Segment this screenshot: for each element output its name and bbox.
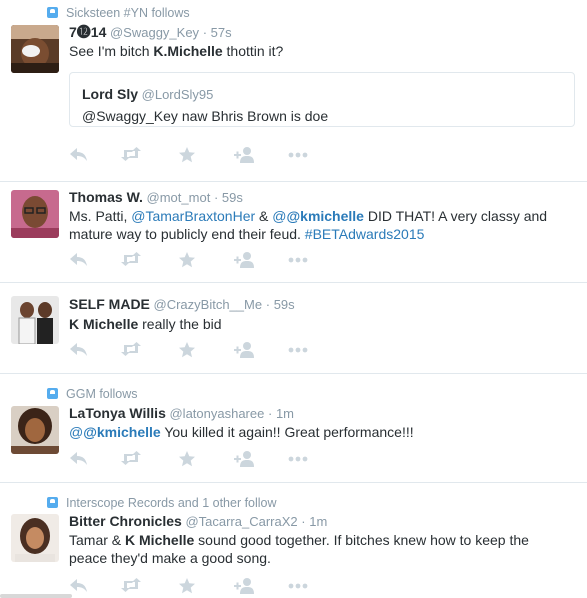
quoted-text: @Swaggy_Key naw Bhris Brown is doe: [82, 108, 329, 124]
follow-icon[interactable]: [233, 450, 255, 468]
tweet[interactable]: Sicksteen #YN follows 7⓬14 @Swaggy_Key ·…: [0, 0, 587, 182]
social-context: Interscope Records and 1 other follow: [47, 496, 277, 510]
tweet-header: Bitter Chronicles @Tacarra_CarraX2 · 1m: [69, 513, 327, 530]
retweet-icon[interactable]: [120, 450, 142, 468]
quoted-username: @LordSly95: [141, 87, 214, 102]
tweet-actions: [69, 577, 349, 595]
avatar[interactable]: [11, 296, 59, 344]
follow-icon[interactable]: [233, 341, 255, 359]
display-name[interactable]: Bitter Chronicles: [69, 513, 182, 529]
avatar[interactable]: [11, 25, 59, 73]
reply-icon[interactable]: [69, 577, 91, 595]
avatar[interactable]: [11, 406, 59, 454]
display-name[interactable]: 7⓬14: [69, 24, 106, 40]
tweet-actions: [69, 251, 349, 269]
display-name[interactable]: Thomas W.: [69, 189, 143, 205]
more-icon[interactable]: [288, 450, 310, 468]
timestamp[interactable]: 1m: [276, 406, 294, 421]
tweet-actions: [69, 450, 349, 468]
username[interactable]: @mot_mot: [147, 190, 211, 205]
timestamp[interactable]: 59s: [222, 190, 243, 205]
tweet-text: See I'm bitch K.Michelle thottin it?: [69, 43, 284, 59]
star-icon[interactable]: [178, 251, 200, 269]
separator: ·: [267, 406, 273, 421]
display-name[interactable]: SELF MADE: [69, 296, 150, 312]
star-icon[interactable]: [178, 450, 200, 468]
follow-icon[interactable]: [233, 146, 255, 164]
follow-icon[interactable]: [233, 577, 255, 595]
social-context: GGM follows: [47, 387, 138, 401]
tweet-actions: [69, 341, 349, 359]
retweet-icon[interactable]: [120, 251, 142, 269]
reply-icon[interactable]: [69, 341, 91, 359]
username[interactable]: @Swaggy_Key: [110, 25, 199, 40]
star-icon[interactable]: [178, 341, 200, 359]
mention-link[interactable]: @@kmichelle: [69, 424, 161, 440]
tweet[interactable]: Interscope Records and 1 other follow Bi…: [0, 483, 587, 598]
more-icon[interactable]: [288, 341, 310, 359]
quoted-name: Lord Sly: [82, 86, 139, 102]
star-icon[interactable]: [178, 577, 200, 595]
display-name[interactable]: LaTonya Willis: [69, 405, 166, 421]
more-icon[interactable]: [288, 251, 310, 269]
separator: ·: [265, 297, 271, 312]
follow-context-icon: [47, 388, 58, 399]
tweet-text: Tamar & K Michelle sound good together. …: [69, 532, 529, 566]
retweet-icon[interactable]: [120, 341, 142, 359]
timestamp[interactable]: 1m: [309, 514, 327, 529]
star-icon[interactable]: [178, 146, 200, 164]
reply-icon[interactable]: [69, 251, 91, 269]
tweet[interactable]: GGM follows LaTonya Willis @latonyashare…: [0, 374, 587, 483]
timestamp[interactable]: 59s: [274, 297, 295, 312]
social-context: Sicksteen #YN follows: [47, 6, 190, 20]
tweet-header: Thomas W. @mot_mot · 59s: [69, 189, 243, 206]
tweet-header: LaTonya Willis @latonyasharee · 1m: [69, 405, 294, 422]
tweet-header: 7⓬14 @Swaggy_Key · 57s: [69, 24, 232, 41]
follow-context-icon: [47, 497, 58, 508]
more-icon[interactable]: [288, 146, 310, 164]
separator: ·: [301, 514, 306, 529]
avatar[interactable]: [11, 514, 59, 562]
retweet-icon[interactable]: [120, 577, 142, 595]
mention-link[interactable]: @@kmichelle: [272, 208, 364, 224]
separator: ·: [202, 25, 208, 40]
username[interactable]: @CrazyBitch__Me: [154, 297, 263, 312]
more-icon[interactable]: [288, 577, 310, 595]
quoted-tweet[interactable]: Lord Sly @LordSly95 @Swaggy_Key naw Bhri…: [69, 72, 575, 127]
tweet-text: Ms. Patti, @TamarBraxtonHer & @@kmichell…: [69, 208, 548, 242]
hashtag-link[interactable]: #BETAdwards2015: [305, 226, 425, 242]
tweet[interactable]: SELF MADE @CrazyBitch__Me · 59s K Michel…: [0, 283, 587, 374]
reply-icon[interactable]: [69, 146, 91, 164]
separator: ·: [213, 190, 219, 205]
horizontal-scrollbar[interactable]: [0, 594, 72, 598]
username[interactable]: @latonyasharee: [169, 406, 264, 421]
tweet-actions: [69, 146, 349, 164]
reply-icon[interactable]: [69, 450, 91, 468]
tweet[interactable]: Thomas W. @mot_mot · 59s Ms. Patti, @Tam…: [0, 182, 587, 283]
tweet-text: @@kmichelle You killed it again!! Great …: [69, 424, 414, 440]
retweet-icon[interactable]: [120, 146, 142, 164]
follow-context-icon: [47, 7, 58, 18]
avatar[interactable]: [11, 190, 59, 238]
tweet-header: SELF MADE @CrazyBitch__Me · 59s: [69, 296, 295, 313]
mention-link[interactable]: @TamarBraxtonHer: [131, 208, 255, 224]
follow-icon[interactable]: [233, 251, 255, 269]
username[interactable]: @Tacarra_CarraX2: [185, 514, 297, 529]
timestamp[interactable]: 57s: [211, 25, 232, 40]
tweet-text: K Michelle really the bid: [69, 316, 222, 332]
